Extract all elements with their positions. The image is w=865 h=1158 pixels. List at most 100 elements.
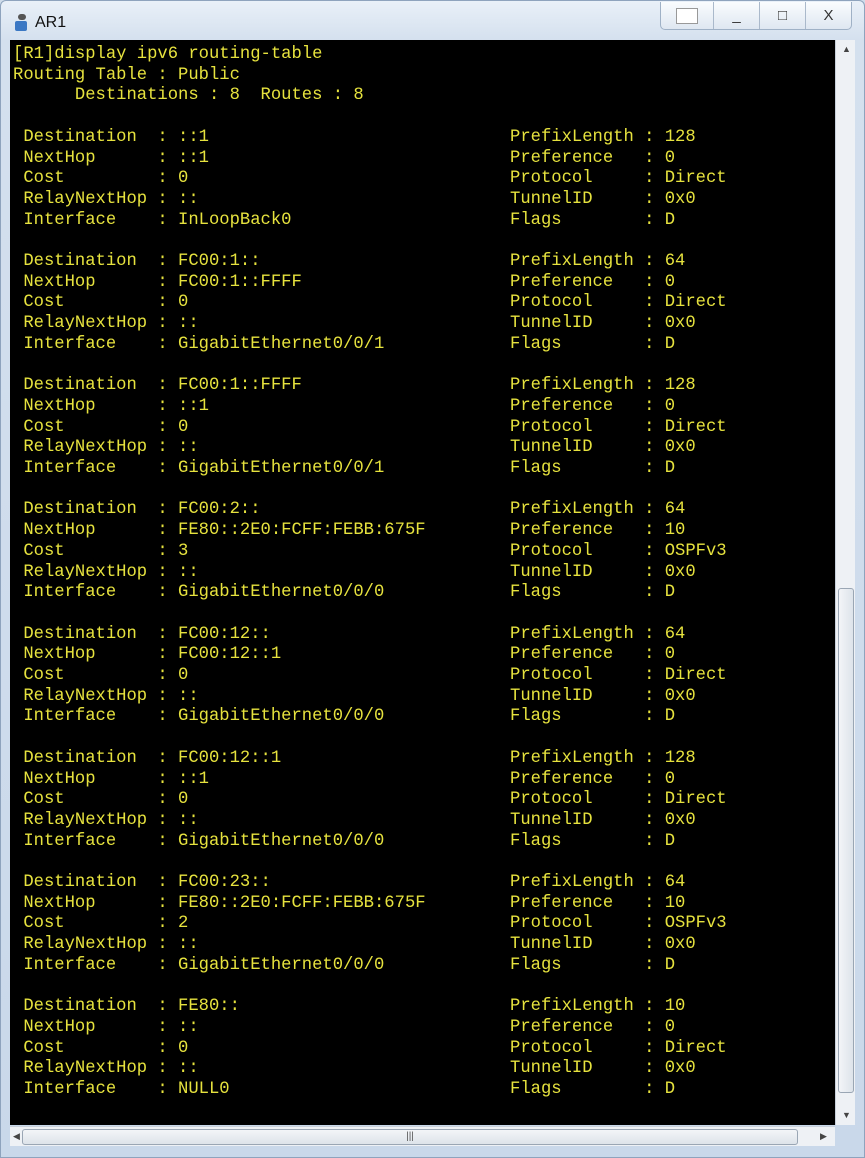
- route-1-tunnelid: TunnelID : 0x0: [510, 189, 696, 209]
- scroll-up-icon[interactable]: ▲: [842, 44, 851, 54]
- route-8-protocol: Protocol : Direct: [510, 1038, 727, 1058]
- route-5-cost: Cost : 0: [13, 666, 189, 685]
- route-6-relaynexthop: RelayNextHop : ::: [13, 810, 199, 830]
- route-2-nexthop: NextHop : FC00:1::FFFF: [13, 272, 302, 292]
- route-2-cost: Cost : 0: [13, 293, 189, 313]
- route-1-protocol: Protocol : Direct: [510, 169, 727, 189]
- route-5-relaynexthop: RelayNextHop : ::: [13, 686, 199, 706]
- route-7-nexthop: NextHop : FE80::2E0:FCFF:FEBB:675F: [13, 893, 426, 913]
- route-8-tunnelid: TunnelID : 0x0: [510, 1059, 696, 1079]
- close-button[interactable]: X: [805, 2, 851, 29]
- summary-line: Destinations : 8 Routes : 8: [13, 86, 364, 106]
- window-title: AR1: [35, 14, 67, 31]
- title-bar: AR1: [13, 11, 66, 35]
- route-1-preference: Preference : 0: [510, 148, 676, 168]
- route-6-prefixlength: PrefixLength : 128: [510, 748, 696, 768]
- route-4-protocol: Protocol : OSPFv3: [510, 541, 727, 561]
- route-7-preference: Preference : 10: [510, 893, 686, 913]
- route-8-destination: Destination : FE80::: [13, 997, 240, 1017]
- route-3-nexthop: NextHop : ::1: [13, 396, 209, 416]
- route-2-interface: Interface : GigabitEthernet0/0/1: [13, 334, 385, 354]
- route-2-prefixlength: PrefixLength : 64: [510, 252, 686, 271]
- route-7-flags: Flags : D: [510, 955, 676, 975]
- layout-icon: [676, 7, 698, 24]
- route-1-flags: Flags : D: [510, 210, 676, 230]
- route-5-prefixlength: PrefixLength : 64: [510, 624, 686, 644]
- route-5-tunnelid: TunnelID : 0x0: [510, 686, 696, 706]
- scroll-down-icon[interactable]: ▼: [842, 1110, 851, 1120]
- route-3-flags: Flags : D: [510, 459, 676, 478]
- minimize-button[interactable]: _: [713, 2, 759, 29]
- scroll-left-icon[interactable]: ◀: [13, 1131, 20, 1142]
- route-8-relaynexthop: RelayNextHop : ::: [13, 1059, 199, 1079]
- route-6-nexthop: NextHop : ::1: [13, 769, 209, 789]
- route-2-preference: Preference : 0: [510, 272, 676, 292]
- route-4-prefixlength: PrefixLength : 64: [510, 500, 686, 520]
- route-4-preference: Preference : 10: [510, 521, 686, 541]
- route-4-nexthop: NextHop : FE80::2E0:FCFF:FEBB:675F: [13, 521, 426, 541]
- route-4-interface: Interface : GigabitEthernet0/0/0: [13, 583, 385, 603]
- route-2-relaynexthop: RelayNextHop : ::: [13, 314, 199, 334]
- horizontal-scroll-thumb[interactable]: |||: [22, 1129, 798, 1145]
- route-3-tunnelid: TunnelID : 0x0: [510, 438, 696, 458]
- route-5-flags: Flags : D: [510, 707, 676, 727]
- route-3-preference: Preference : 0: [510, 396, 676, 416]
- route-4-flags: Flags : D: [510, 583, 676, 603]
- route-2-destination: Destination : FC00:1::: [13, 252, 261, 271]
- route-8-flags: Flags : D: [510, 1080, 676, 1099]
- scroll-right-icon[interactable]: ▶: [820, 1131, 827, 1142]
- route-7-protocol: Protocol : OSPFv3: [510, 914, 727, 934]
- route-7-cost: Cost : 2: [13, 914, 189, 934]
- route-4-tunnelid: TunnelID : 0x0: [510, 562, 696, 582]
- route-1-cost: Cost : 0: [13, 169, 189, 189]
- route-7-interface: Interface : GigabitEthernet0/0/0: [13, 955, 385, 975]
- route-1-interface: Interface : InLoopBack0: [13, 210, 292, 230]
- route-2-tunnelid: TunnelID : 0x0: [510, 314, 696, 334]
- route-7-relaynexthop: RelayNextHop : ::: [13, 935, 199, 955]
- route-5-preference: Preference : 0: [510, 645, 676, 665]
- route-1-prefixlength: PrefixLength : 128: [510, 127, 696, 147]
- route-4-destination: Destination : FC00:2::: [13, 500, 261, 520]
- route-3-destination: Destination : FC00:1::FFFF: [13, 376, 302, 396]
- route-2-protocol: Protocol : Direct: [510, 293, 727, 313]
- route-4-cost: Cost : 3: [13, 541, 189, 561]
- route-3-relaynexthop: RelayNextHop : ::: [13, 438, 199, 458]
- route-6-preference: Preference : 0: [510, 769, 676, 789]
- route-5-protocol: Protocol : Direct: [510, 666, 727, 685]
- route-1-destination: Destination : ::1: [13, 127, 209, 147]
- route-6-destination: Destination : FC00:12::1: [13, 748, 282, 768]
- window-controls: _ □ X: [660, 2, 852, 30]
- route-6-tunnelid: TunnelID : 0x0: [510, 810, 696, 830]
- route-3-protocol: Protocol : Direct: [510, 417, 727, 437]
- route-1-nexthop: NextHop : ::1: [13, 148, 209, 168]
- route-8-preference: Preference : 0: [510, 1017, 676, 1037]
- route-4-relaynexthop: RelayNextHop : ::: [13, 562, 199, 582]
- route-6-cost: Cost : 0: [13, 790, 189, 810]
- restore-layout-button[interactable]: [661, 2, 713, 29]
- vertical-scrollbar[interactable]: ▲ ▼: [835, 40, 855, 1125]
- route-5-destination: Destination : FC00:12::: [13, 624, 271, 644]
- route-6-interface: Interface : GigabitEthernet0/0/0: [13, 831, 385, 851]
- route-6-flags: Flags : D: [510, 831, 676, 851]
- route-1-relaynexthop: RelayNextHop : ::: [13, 189, 199, 209]
- routing-table-line: Routing Table : Public: [13, 65, 240, 85]
- route-7-prefixlength: PrefixLength : 64: [510, 873, 686, 892]
- horizontal-scrollbar[interactable]: ◀ ||| ▶: [10, 1126, 835, 1146]
- route-6-protocol: Protocol : Direct: [510, 790, 727, 810]
- terminal-output[interactable]: [R1]display ipv6 routing-table Routing T…: [10, 40, 835, 1125]
- route-5-interface: Interface : GigabitEthernet0/0/0: [13, 707, 385, 727]
- route-8-nexthop: NextHop : ::: [13, 1017, 199, 1037]
- vertical-scroll-thumb[interactable]: [838, 588, 854, 1093]
- maximize-button[interactable]: □: [759, 2, 805, 29]
- router-app-icon: [13, 13, 31, 33]
- route-8-interface: Interface : NULL0: [13, 1080, 230, 1099]
- route-3-cost: Cost : 0: [13, 417, 189, 437]
- route-8-prefixlength: PrefixLength : 10: [510, 997, 686, 1017]
- route-8-cost: Cost : 0: [13, 1038, 189, 1058]
- command-line: [R1]display ipv6 routing-table: [13, 45, 323, 64]
- route-3-interface: Interface : GigabitEthernet0/0/1: [13, 459, 385, 478]
- route-7-destination: Destination : FC00:23::: [13, 873, 271, 892]
- route-3-prefixlength: PrefixLength : 128: [510, 376, 696, 396]
- route-5-nexthop: NextHop : FC00:12::1: [13, 645, 282, 665]
- route-2-flags: Flags : D: [510, 334, 676, 354]
